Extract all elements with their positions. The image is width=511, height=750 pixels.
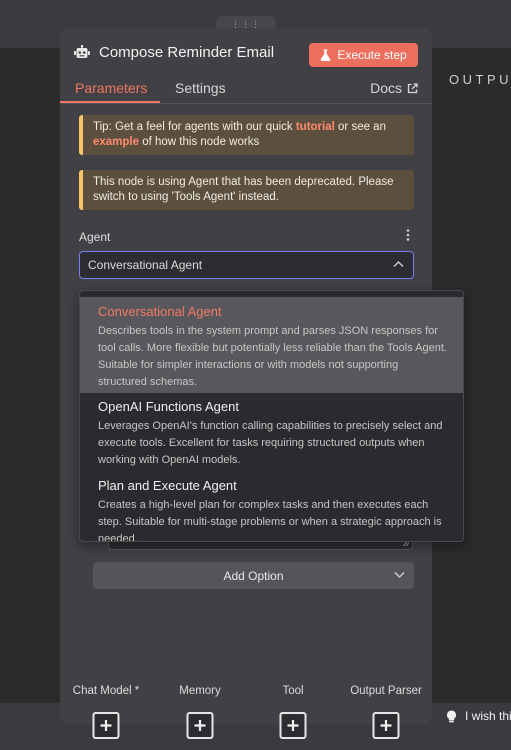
option-description: Describes tools in the system prompt and… bbox=[98, 325, 447, 388]
example-link[interactable]: example bbox=[93, 136, 139, 148]
execute-step-button[interactable]: Execute step bbox=[309, 43, 418, 67]
option-title: OpenAI Functions Agent bbox=[98, 399, 239, 414]
robot-icon bbox=[74, 45, 90, 58]
connector-label-output-parser: Output Parser bbox=[350, 685, 422, 697]
add-option-label: Add Option bbox=[223, 568, 284, 583]
feedback-bar[interactable]: I wish this bbox=[440, 703, 511, 729]
add-memory-button[interactable] bbox=[186, 712, 214, 739]
add-chat-model-button[interactable] bbox=[92, 712, 120, 739]
feedback-text: I wish this bbox=[465, 709, 511, 723]
option-title: Plan and Execute Agent bbox=[98, 478, 237, 493]
panel-tabs: Parameters Settings Docs bbox=[60, 74, 432, 104]
docs-label: Docs bbox=[370, 80, 402, 96]
more-vertical-icon[interactable] bbox=[402, 228, 414, 242]
node-title: Compose Reminder Email bbox=[99, 44, 275, 61]
option-description: Leverages OpenAI's function calling capa… bbox=[98, 420, 443, 466]
connector-label-memory: Memory bbox=[179, 685, 221, 697]
add-option-button[interactable]: Add Option bbox=[93, 562, 414, 589]
active-tab-indicator bbox=[60, 101, 160, 103]
agent-option-openai-functions[interactable]: OpenAI Functions Agent Leverages OpenAI'… bbox=[80, 393, 463, 471]
deprecation-notice: This node is using Agent that has been d… bbox=[79, 170, 414, 210]
agent-select-value: Conversational Agent bbox=[88, 258, 203, 272]
plus-icon bbox=[380, 720, 392, 731]
agent-field-label: Agent bbox=[79, 230, 111, 244]
connector-label-chat-model: Chat Model * bbox=[72, 685, 140, 697]
connector-label-tool: Tool bbox=[282, 685, 304, 697]
add-tool-button[interactable] bbox=[279, 712, 307, 739]
tutorial-link[interactable]: tutorial bbox=[296, 121, 335, 133]
sub-node-connectors: Chat Model * Memory Tool Output Parser bbox=[60, 680, 432, 750]
execute-step-label: Execute step bbox=[337, 48, 407, 62]
tab-parameters[interactable]: Parameters bbox=[75, 80, 147, 96]
tip-notice: Tip: Get a feel for agents with our quic… bbox=[79, 115, 414, 155]
agent-select[interactable]: Conversational Agent bbox=[79, 251, 414, 279]
agent-options-dropdown: Conversational Agent Describes tools in … bbox=[79, 290, 464, 542]
agent-option-plan-and-execute[interactable]: Plan and Execute Agent Creates a high-le… bbox=[80, 472, 463, 542]
output-panel-title: OUTPUT bbox=[449, 72, 511, 87]
add-output-parser-button[interactable] bbox=[372, 712, 400, 739]
agent-option-conversational[interactable]: Conversational Agent Describes tools in … bbox=[80, 297, 463, 393]
option-description: Creates a high-level plan for complex ta… bbox=[98, 499, 442, 542]
panel-header: Compose Reminder Email Execute step Para… bbox=[60, 28, 432, 104]
flask-icon bbox=[320, 49, 331, 61]
chevron-down-icon bbox=[394, 572, 405, 578]
tab-settings[interactable]: Settings bbox=[175, 80, 226, 96]
external-link-icon bbox=[407, 82, 418, 93]
plus-icon bbox=[287, 720, 299, 731]
lightbulb-icon bbox=[447, 710, 456, 722]
plus-icon bbox=[100, 720, 112, 731]
chevron-up-icon bbox=[393, 261, 404, 267]
docs-link[interactable]: Docs bbox=[370, 80, 418, 96]
plus-icon bbox=[194, 720, 206, 731]
option-title: Conversational Agent bbox=[98, 304, 222, 319]
